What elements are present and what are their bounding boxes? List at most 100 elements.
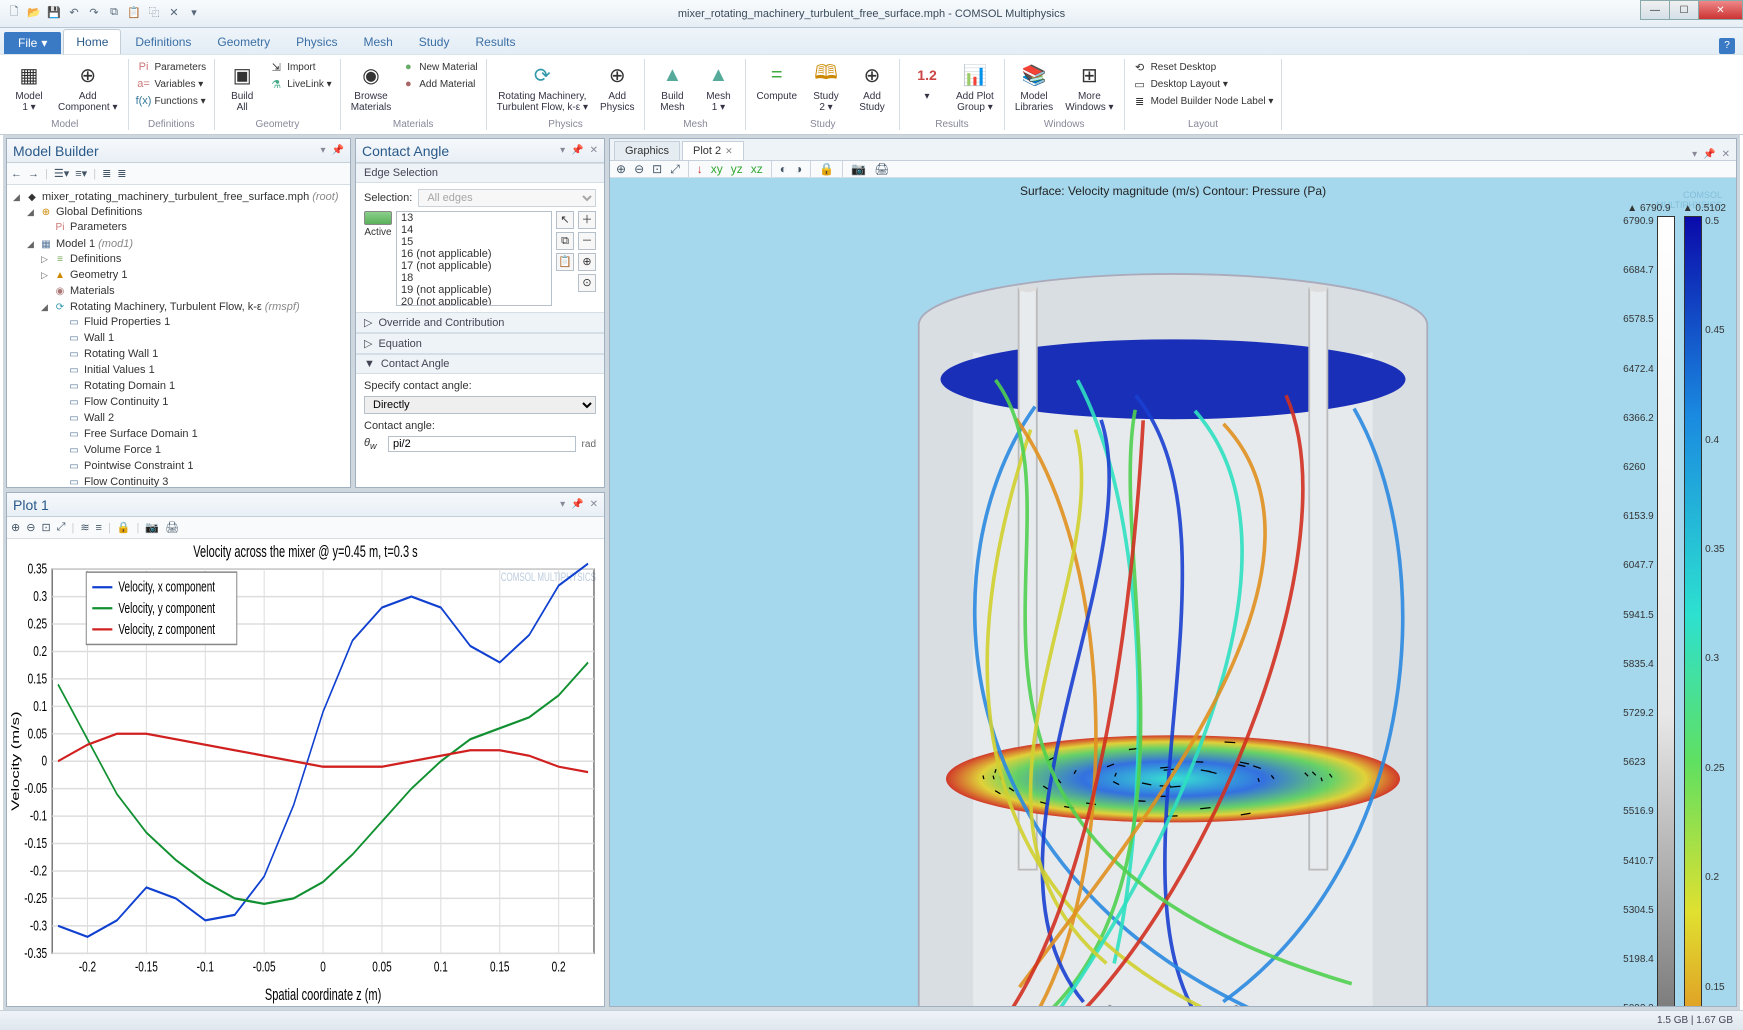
tree-materials[interactable]: ◉Materials — [39, 284, 348, 298]
physics-selector-button[interactable]: ⟳Rotating Machinery,Turbulent Flow, k-ε … — [493, 59, 592, 115]
override-section[interactable]: ▷Override and Contribution — [356, 312, 604, 333]
qat-dup-icon[interactable]: ⿻ — [146, 4, 162, 20]
file-tab[interactable]: File▾ — [4, 32, 61, 54]
close-icon[interactable]: ✕ — [590, 499, 598, 510]
help-button[interactable]: ? — [1719, 38, 1735, 54]
reset-desktop-button[interactable]: ⟲Reset Desktop — [1131, 59, 1276, 75]
scene-light-icon[interactable]: ◐ — [780, 162, 787, 176]
camera-icon[interactable]: 📷 — [145, 521, 159, 534]
pin-icon[interactable]: 📌 — [571, 145, 583, 156]
maximize-button[interactable]: ☐ — [1669, 0, 1699, 20]
active-switch-icon[interactable] — [364, 211, 392, 225]
remove-sel-button[interactable]: － — [578, 232, 596, 250]
tree-item[interactable]: ▭Initial Values 1 — [53, 363, 348, 377]
tree-item[interactable]: ▭Rotating Wall 1 — [53, 347, 348, 361]
zoom-out-icon[interactable]: ⊖ — [634, 162, 644, 176]
zoom-in-icon[interactable]: ⊕ — [616, 162, 626, 176]
print-icon[interactable]: 🖨 — [874, 162, 889, 176]
lock-icon[interactable]: 🔒 — [819, 162, 834, 176]
toggle-sel-button[interactable]: ⊕ — [578, 253, 596, 271]
tree-item[interactable]: ▭Free Surface Domain 1 — [53, 427, 348, 441]
axis-yz-icon[interactable]: yz — [731, 162, 743, 176]
add-plot-group-button[interactable]: 📊Add PlotGroup ▾ — [952, 59, 998, 115]
pin-icon[interactable]: 📌 — [1703, 149, 1715, 160]
add-component-button[interactable]: ⊕AddComponent ▾ — [54, 59, 122, 115]
qat-redo-icon[interactable]: ↷ — [86, 4, 102, 20]
tree-item[interactable]: ▭Wall 1 — [53, 331, 348, 345]
axis-x-icon[interactable]: ↓ — [697, 162, 703, 176]
tab-results[interactable]: Results — [463, 30, 527, 54]
panel-menu-icon[interactable]: ▾ — [321, 145, 326, 156]
qat-delete-icon[interactable]: ✕ — [166, 4, 182, 20]
zoom-in-icon[interactable]: ⊕ — [11, 521, 20, 534]
add-material-button[interactable]: ●Add Material — [399, 76, 479, 92]
tree-defs[interactable]: ▷≡Definitions — [39, 252, 348, 266]
close-icon[interactable]: ✕ — [1722, 149, 1730, 160]
add-study-button[interactable]: ⊕AddStudy — [851, 59, 893, 115]
panel-menu-icon[interactable]: ▾ — [1692, 149, 1697, 160]
new-material-button[interactable]: ●New Material — [399, 59, 479, 75]
tree-model1[interactable]: ◢▦Model 1 (mod1) — [25, 237, 348, 251]
tab-geometry[interactable]: Geometry — [205, 30, 282, 54]
zoom-out-icon[interactable]: ⊖ — [26, 521, 35, 534]
tree-item[interactable]: ▭Wall 2 — [53, 411, 348, 425]
equation-section[interactable]: ▷Equation — [356, 333, 604, 354]
paste-sel-button[interactable]: 📋 — [556, 253, 574, 271]
active-toggle[interactable]: Active — [364, 211, 392, 238]
zoom-extents-icon[interactable]: ⤢ — [57, 521, 66, 534]
print-icon[interactable]: 🖨 — [165, 521, 179, 534]
build-mesh-button[interactable]: ▲BuildMesh — [651, 59, 693, 115]
tree-geom[interactable]: ▷▲Geometry 1 — [39, 268, 348, 282]
model-button[interactable]: ▦Model1 ▾ — [8, 59, 50, 115]
tree-btn1[interactable]: ≣ — [102, 167, 111, 180]
log-x-icon[interactable]: ≋ — [80, 521, 89, 534]
livelink-button[interactable]: ⚗LiveLink ▾ — [267, 76, 334, 92]
node-label-button[interactable]: ≣Model Builder Node Label ▾ — [1131, 93, 1276, 109]
zoom-extents-icon[interactable]: ⤢ — [670, 162, 680, 177]
graphics-canvas[interactable]: Surface: Velocity magnitude (m/s) Contou… — [610, 178, 1736, 1006]
selection-dropdown[interactable]: All edges — [418, 189, 596, 207]
contact-angle-section[interactable]: ▼Contact Angle — [356, 354, 604, 374]
tree-global-defs[interactable]: ◢⊕Global Definitions — [25, 205, 348, 219]
axis-xz-icon[interactable]: xz — [751, 162, 763, 176]
expand-button[interactable]: ☰▾ — [54, 167, 69, 180]
pin-icon[interactable]: 📌 — [571, 499, 583, 510]
mesh-selector-button[interactable]: ▲Mesh1 ▾ — [697, 59, 739, 115]
model-libraries-button[interactable]: 📚ModelLibraries — [1011, 59, 1057, 115]
qat-save-icon[interactable]: 💾 — [46, 4, 62, 20]
collapse-button[interactable]: ≡▾ — [75, 167, 87, 180]
tab-definitions[interactable]: Definitions — [123, 30, 203, 54]
close-icon[interactable]: ✕ — [590, 145, 598, 156]
minimize-button[interactable]: — — [1640, 0, 1670, 20]
transparency-icon[interactable]: ◑ — [795, 162, 802, 176]
tab-mesh[interactable]: Mesh — [351, 30, 404, 54]
qat-paste-icon[interactable]: 📋 — [126, 4, 142, 20]
tree-item[interactable]: ▭Volume Force 1 — [53, 443, 348, 457]
tree-item[interactable]: ▭Flow Continuity 3 — [53, 475, 348, 487]
theta-input[interactable] — [388, 436, 576, 452]
lock-icon[interactable]: 🔒 — [117, 521, 131, 534]
build-all-button[interactable]: ▣BuildAll — [221, 59, 263, 115]
parameters-button[interactable]: PiParameters — [135, 59, 209, 75]
browse-materials-button[interactable]: ◉BrowseMaterials — [347, 59, 396, 115]
qat-copy-icon[interactable]: ⧉ — [106, 4, 122, 20]
results-numeric-button[interactable]: 1.2▾ — [906, 59, 948, 104]
zoom-box-icon[interactable]: ⊡ — [652, 162, 662, 176]
graphics-tab-main[interactable]: Graphics — [614, 141, 680, 160]
zoom-box-icon[interactable]: ⊡ — [41, 521, 50, 534]
qat-new-icon[interactable]: 🗋 — [6, 4, 22, 20]
tree-item[interactable]: ▭Flow Continuity 1 — [53, 395, 348, 409]
qat-open-icon[interactable]: 📂 — [26, 4, 42, 20]
forward-button[interactable]: → — [28, 168, 39, 180]
tab-study[interactable]: Study — [407, 30, 462, 54]
back-button[interactable]: ← — [11, 168, 22, 180]
add-sel-button[interactable]: ＋ — [578, 211, 596, 229]
tree-parameters[interactable]: PiParameters — [39, 220, 348, 234]
camera-icon[interactable]: 📷 — [851, 162, 866, 176]
log-y-icon[interactable]: ≡ — [96, 522, 102, 534]
import-button[interactable]: ⇲Import — [267, 59, 334, 75]
axis-xy-icon[interactable]: xy — [711, 162, 723, 176]
highlight-button[interactable]: ↖ — [556, 211, 574, 229]
tree-rmspf[interactable]: ◢⟳Rotating Machinery, Turbulent Flow, k-… — [39, 300, 348, 314]
study-selector-button[interactable]: 🕮Study2 ▾ — [805, 59, 847, 115]
